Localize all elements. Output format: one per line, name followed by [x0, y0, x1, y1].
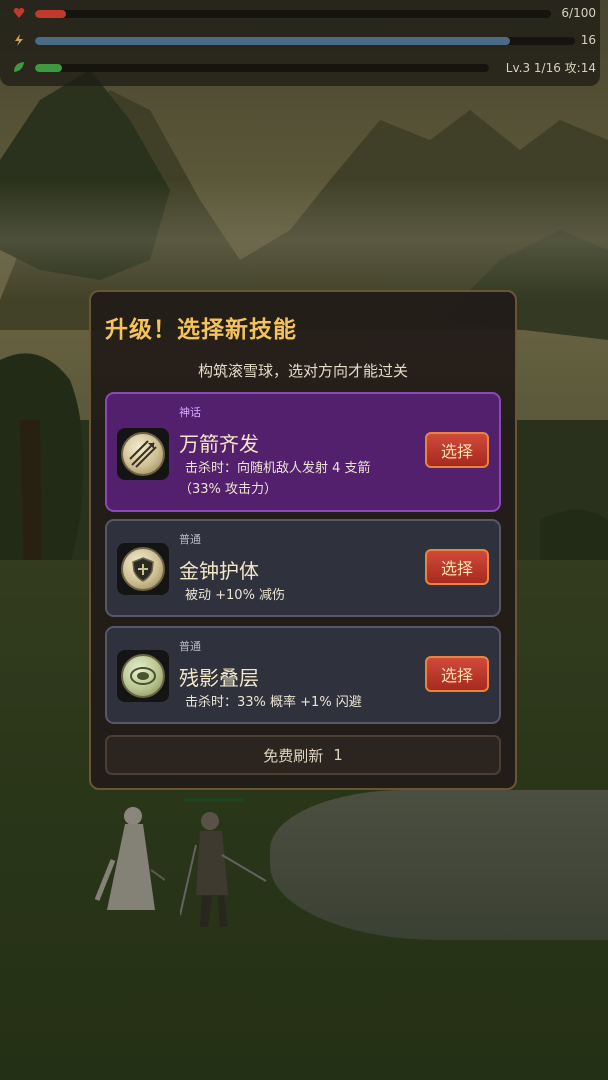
- energy-bar: [35, 37, 575, 45]
- exp-bar-fill: [35, 64, 63, 72]
- select-button[interactable]: 选择: [425, 549, 489, 585]
- hp-bar: [35, 10, 551, 18]
- dialog-subtitle: 构筑滚雪球，选对方向才能过关: [197, 362, 408, 380]
- skill-description: 击杀时：33% 概率 +1% 闪避: [185, 695, 362, 710]
- skill-card-2[interactable]: 普通 金钟护体 被动 +10% 减伤 选择: [105, 519, 501, 617]
- rarity-label: 普通: [179, 533, 201, 546]
- leaf-icon: [12, 60, 26, 74]
- refresh-label: 免费刷新: [263, 746, 324, 765]
- rarity-label: 神话: [179, 406, 201, 419]
- select-button[interactable]: 选择: [425, 656, 489, 692]
- skill-description-2: （33% 攻击力）: [179, 482, 278, 497]
- free-refresh-button[interactable]: 免费刷新 1: [105, 735, 501, 775]
- skill-card-3[interactable]: 普通 残影叠层 击杀时：33% 概率 +1% 闪避 选择: [105, 626, 501, 724]
- shield-icon: [117, 543, 169, 595]
- level-up-dialog: 升级！选择新技能 构筑滚雪球，选对方向才能过关 神话 万箭齐发 击杀时：向随机敌…: [89, 290, 517, 790]
- hp-row: [12, 6, 26, 20]
- energy-bar-fill: [35, 37, 511, 45]
- skill-name: 残影叠层: [179, 666, 259, 690]
- hp-bar-fill: [35, 10, 66, 18]
- exp-bar: [35, 64, 489, 72]
- skill-card-1[interactable]: 神话 万箭齐发 击杀时：向随机敌人发射 4 支箭 （33% 攻击力） 选择: [105, 392, 501, 512]
- hp-text: 6/100: [561, 6, 596, 20]
- heart-icon: [12, 6, 26, 20]
- exp-row: [12, 60, 26, 74]
- status-hud: 6/100 16 Lv.3 1/16 攻:14: [0, 0, 600, 86]
- refresh-count: 1: [333, 746, 343, 764]
- lightning-icon: [12, 33, 26, 47]
- skill-name: 万箭齐发: [179, 432, 259, 456]
- arrows-icon: [117, 428, 169, 480]
- select-button[interactable]: 选择: [425, 432, 489, 468]
- skill-description: 被动 +10% 减伤: [185, 588, 286, 603]
- dialog-title: 升级！选择新技能: [105, 317, 297, 343]
- skill-name: 金钟护体: [179, 559, 259, 583]
- rarity-label: 普通: [179, 640, 201, 653]
- afterimage-icon: [117, 650, 169, 702]
- energy-text: 16: [580, 33, 596, 47]
- level-text: Lv.3 1/16 攻:14: [505, 61, 596, 75]
- energy-row: [12, 33, 26, 47]
- skill-description: 击杀时：向随机敌人发射 4 支箭: [185, 461, 371, 476]
